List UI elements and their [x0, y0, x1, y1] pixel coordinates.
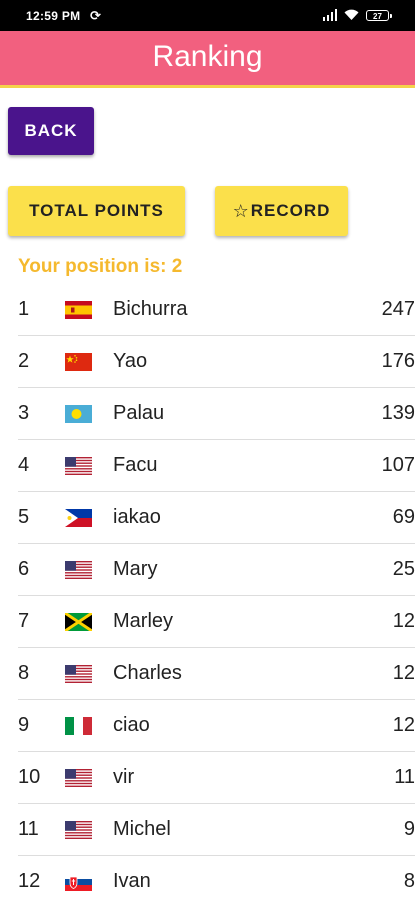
ranking-row: 8 Charles 12	[18, 648, 415, 700]
star-outline-icon: ☆	[232, 200, 250, 221]
player-name: ciao	[113, 714, 150, 736]
rank-number: 2	[18, 350, 30, 372]
usa-flag-icon	[65, 457, 92, 475]
rank-number: 9	[18, 714, 30, 736]
ranking-row: 3 Palau 139	[18, 388, 415, 440]
ranking-row: 11 Michel 9	[18, 804, 415, 856]
player-points: 8	[403, 870, 415, 892]
player-points: 107	[381, 454, 415, 476]
rank-number: 3	[18, 402, 30, 424]
usa-flag-icon	[65, 561, 92, 579]
player-name: Facu	[113, 454, 158, 476]
player-name: Marley	[113, 610, 174, 632]
player-name: iakao	[113, 506, 161, 528]
status-icons: 27	[322, 8, 392, 22]
total-points-label: TOTAL POINTS	[29, 201, 164, 220]
player-name: Charles	[113, 662, 182, 684]
player-points: 139	[381, 402, 415, 424]
status-time: 12:59 PM	[26, 9, 81, 23]
ranking-row: 5 iakao 69	[18, 492, 415, 544]
rank-number: 4	[18, 454, 30, 476]
player-points: 247	[381, 298, 415, 320]
player-points: 69	[392, 506, 415, 528]
rank-number: 10	[18, 766, 41, 788]
player-points: 12	[392, 714, 415, 736]
page-title: Ranking	[152, 40, 263, 73]
sync-icon: ⟳	[90, 8, 101, 23]
palau-flag-icon	[65, 405, 92, 423]
player-name: Yao	[113, 350, 148, 372]
rank-number: 1	[18, 298, 30, 320]
rank-number: 5	[18, 506, 30, 528]
player-name: Ivan	[113, 870, 151, 892]
ranking-row: 10 vir 11	[18, 752, 415, 804]
record-label: RECORD	[250, 201, 331, 220]
ranking-row: 4 Facu 107	[18, 440, 415, 492]
italy-flag-icon	[65, 717, 92, 735]
player-points: 176	[381, 350, 415, 372]
player-name: Michel	[113, 818, 171, 840]
your-position-text: Your position is: 2	[18, 256, 183, 277]
ranking-row: 1 Bichurra 247	[18, 284, 415, 336]
ranking-list: 1 Bichurra 247 2 Yao 176 3 Palau 139 4 Facu 107 5 iak…	[0, 284, 415, 907]
slovakia-flag-icon	[65, 873, 92, 891]
ranking-row: 12 Ivan 8	[18, 856, 415, 907]
rank-number: 6	[18, 558, 30, 580]
player-points: 9	[403, 818, 415, 840]
rank-number: 8	[18, 662, 30, 684]
rank-number: 11	[18, 818, 39, 840]
spain-flag-icon	[65, 301, 92, 319]
player-name: vir	[113, 766, 135, 788]
usa-flag-icon	[65, 665, 92, 683]
player-points: 12	[392, 610, 415, 632]
ranking-row: 2 Yao 176	[18, 336, 415, 388]
total-points-button[interactable]: TOTAL POINTS	[8, 186, 185, 236]
record-button[interactable]: ☆ RECORD	[215, 186, 348, 236]
jamaica-flag-icon	[65, 613, 92, 631]
china-flag-icon	[65, 353, 92, 371]
ranking-row: 7 Marley 12	[18, 596, 415, 648]
rank-number: 7	[18, 610, 30, 632]
player-name: Bichurra	[113, 298, 188, 320]
player-points: 12	[392, 662, 415, 684]
philippines-flag-icon	[65, 509, 92, 527]
wifi-icon	[344, 9, 359, 20]
signal-icon	[322, 9, 337, 21]
player-name: Palau	[113, 402, 165, 424]
ranking-row: 6 Mary 25	[18, 544, 415, 596]
battery-icon: 27	[366, 9, 392, 21]
rank-number: 12	[18, 870, 41, 892]
player-points: 25	[392, 558, 415, 580]
app-bar-accent-line	[0, 85, 415, 88]
player-points: 11	[394, 766, 415, 788]
ranking-row: 9 ciao 12	[18, 700, 415, 752]
back-button[interactable]: BACK	[8, 107, 94, 155]
usa-flag-icon	[65, 821, 92, 839]
player-name: Mary	[113, 558, 158, 580]
usa-flag-icon	[65, 769, 92, 787]
status-bar: 12:59 PM ⟳ 27	[0, 0, 415, 31]
